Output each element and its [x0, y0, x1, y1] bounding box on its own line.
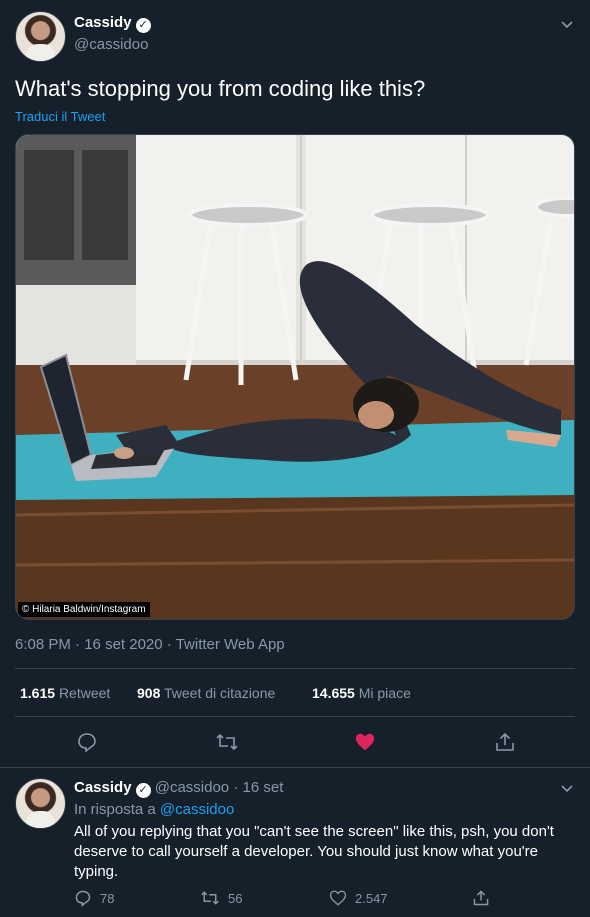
retweet-icon: [201, 891, 219, 905]
reply-header: Cassidy ✓ @cassidoo · 16 set: [74, 779, 283, 798]
author-name-row[interactable]: Cassidy ✓: [74, 14, 151, 33]
stat-value: 908: [137, 685, 161, 701]
reply-reply-button[interactable]: 78: [74, 889, 114, 907]
like-heart-icon[interactable]: [354, 731, 376, 753]
in-reply-prefix: In risposta a: [74, 801, 156, 818]
tweet-text: What's stopping you from coding like thi…: [15, 76, 426, 101]
retweet-icon[interactable]: [215, 731, 239, 753]
author-avatar[interactable]: [15, 11, 66, 62]
reply-text: All of you replying that you "can't see …: [74, 823, 554, 880]
stat-likes[interactable]: 14.655 Mi piace: [312, 685, 411, 701]
stat-retweets[interactable]: 1.615 Retweet: [20, 685, 110, 701]
in-reply-handle-link[interactable]: @cassidoo: [160, 801, 234, 818]
reply-count: 78: [100, 890, 115, 906]
chevron-down-icon[interactable]: [559, 16, 575, 32]
tweet-image[interactable]: © Hilaria Baldwin/Instagram: [15, 134, 575, 620]
divider: [15, 668, 575, 669]
stat-value: 14.655: [312, 685, 355, 701]
tweet-time[interactable]: 6:08 PM: [15, 636, 71, 653]
divider: [0, 767, 590, 768]
yoga-laptop-illustration: [16, 135, 574, 619]
reply-author-handle[interactable]: @cassidoo: [155, 779, 229, 796]
share-icon[interactable]: [472, 889, 490, 907]
retweet-count: 56: [228, 890, 243, 906]
reply-retweet-button[interactable]: 56: [200, 889, 242, 907]
verified-badge-icon: ✓: [135, 18, 151, 33]
stat-value: 1.615: [20, 685, 56, 701]
reply-icon[interactable]: [76, 731, 98, 753]
tweet-source[interactable]: Twitter Web App: [176, 636, 285, 653]
stat-label: Mi piace: [358, 685, 411, 701]
reply-author-name[interactable]: Cassidy: [74, 779, 132, 796]
translate-link[interactable]: Traduci il Tweet: [15, 109, 105, 124]
like-heart-fill: [355, 733, 375, 751]
verified-badge-icon: ✓: [135, 783, 151, 798]
meta-separator: ·: [233, 779, 239, 796]
reply-icon: [75, 890, 91, 907]
stat-label: Tweet di citazione: [164, 685, 276, 701]
chevron-down-icon[interactable]: [559, 780, 575, 796]
heart-outline-icon: [329, 890, 347, 906]
in-reply-to: In risposta a @cassidoo: [74, 801, 234, 818]
image-credit: © Hilaria Baldwin/Instagram: [18, 602, 150, 617]
share-icon[interactable]: [494, 731, 516, 753]
tweet-date[interactable]: 16 set 2020: [84, 636, 162, 653]
reply-like-button[interactable]: 2.547: [329, 889, 388, 907]
author-handle[interactable]: @cassidoo: [74, 36, 148, 53]
divider: [15, 716, 575, 717]
stat-quote-tweets[interactable]: 908 Tweet di citazione: [137, 685, 275, 701]
reply-date[interactable]: 16 set: [243, 779, 284, 796]
like-count: 2.547: [355, 890, 388, 906]
meta-separator: ·: [166, 636, 172, 653]
reply-author-avatar[interactable]: [15, 778, 66, 829]
author-name[interactable]: Cassidy: [74, 14, 132, 31]
tweet-meta: 6:08 PM · 16 set 2020 · Twitter Web App: [15, 636, 285, 653]
stat-label: Retweet: [58, 685, 111, 701]
meta-separator: ·: [75, 636, 81, 653]
